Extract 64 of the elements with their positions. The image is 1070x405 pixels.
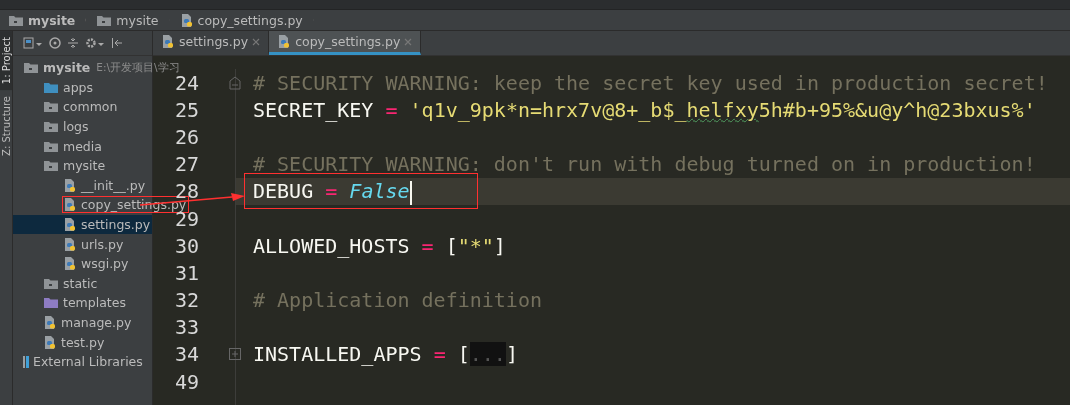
code-line: SECRET_KEY = 'q1v_9pk*n=hrx7v@8+_b$_helfxy5h#b+95%&u@y^h@23bxus%' (253, 97, 1036, 122)
tree-item[interactable]: wsgi.py (81, 256, 129, 272)
side-tab[interactable]: Z: Structure (0, 90, 12, 163)
code-line: INSTALLED_APPS = [...] (253, 342, 518, 367)
line-number: 34 (175, 342, 201, 367)
python-file-icon (63, 177, 77, 193)
tree-item[interactable]: urls.py (81, 236, 124, 252)
folder-icon (43, 139, 59, 153)
python-file-icon (179, 12, 194, 28)
editor-tab[interactable]: copy_settings.py (269, 31, 422, 55)
python-file-icon (43, 315, 57, 330)
tree-item[interactable]: media (63, 138, 102, 154)
tree-item[interactable]: manage.py (61, 315, 132, 330)
python-file-icon (63, 256, 77, 272)
breadcrumb[interactable]: copy_settings.py (173, 11, 314, 29)
line-number: 25 (175, 97, 201, 122)
folder-icon (8, 13, 24, 27)
breadcrumb[interactable]: mysite (90, 11, 170, 29)
folder-icon (43, 120, 59, 134)
tree-item[interactable]: External Libraries (33, 354, 143, 370)
line-number: 26 (175, 124, 201, 149)
tree-item[interactable]: common (63, 99, 118, 115)
breadcrumb[interactable]: mysite (2, 11, 87, 29)
tree-item[interactable]: logs (63, 119, 89, 135)
settings-icon[interactable] (85, 37, 105, 49)
python-file-icon (161, 34, 175, 49)
folder-icon (23, 61, 39, 75)
python-file-icon (43, 334, 57, 350)
folder-icon (43, 296, 59, 310)
tree-item[interactable]: apps (63, 79, 94, 95)
layout-icon[interactable] (23, 37, 43, 49)
code-line: # SECURITY WARNING: keep the secret key used in production secret! (253, 70, 1048, 95)
tree-item[interactable]: mysite (63, 158, 106, 174)
line-number: 33 (175, 315, 201, 340)
code-line: ALLOWED_HOSTS = ["*"] (253, 233, 506, 258)
line-number: 31 (175, 260, 201, 285)
folder-icon (43, 276, 59, 290)
tree-item[interactable]: mysite (43, 60, 91, 76)
close-icon[interactable] (252, 37, 261, 46)
hide-icon[interactable] (111, 37, 123, 49)
project-path: E:\开发项目\学习 (96, 60, 180, 75)
python-file-icon (63, 236, 77, 252)
python-file-icon (63, 217, 77, 233)
python-file-icon (63, 197, 77, 213)
tree-item[interactable]: static (63, 275, 98, 291)
library-icon (23, 354, 29, 369)
line-number: 32 (175, 288, 201, 313)
target-icon[interactable] (49, 37, 61, 49)
folder-icon (43, 159, 59, 173)
line-number: 27 (175, 152, 201, 177)
code-line: # Application definition (253, 288, 542, 313)
folder-icon (43, 80, 59, 94)
python-file-icon (277, 34, 292, 49)
tree-item[interactable]: templates (63, 295, 126, 311)
folder-icon (96, 13, 113, 27)
tree-item[interactable]: __init__.py (81, 177, 146, 193)
collapse-icon[interactable] (67, 37, 79, 49)
folder-icon (43, 100, 59, 114)
side-tab[interactable]: 1: Project (0, 31, 12, 91)
expand-icon[interactable] (229, 348, 241, 361)
code-line: # SECURITY WARNING: don't run with debug turned on in production! (253, 152, 1036, 177)
tree-item[interactable]: test.py (61, 334, 105, 350)
line-number: 30 (175, 233, 201, 258)
line-number: 49 (175, 369, 201, 394)
